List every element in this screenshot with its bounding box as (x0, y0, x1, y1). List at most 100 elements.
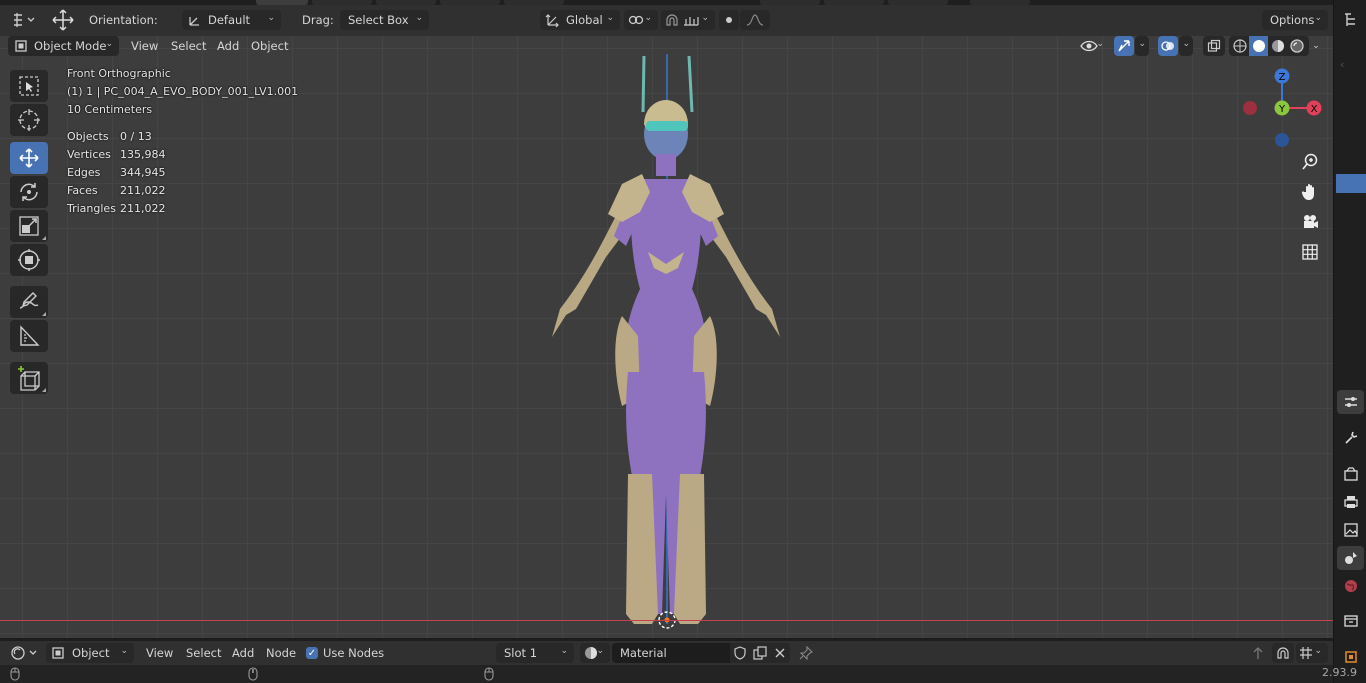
rendered-icon[interactable] (1289, 38, 1305, 57)
object-mode-icon (15, 40, 27, 52)
bottom-menu-select[interactable]: Select (186, 643, 221, 663)
tool-move[interactable] (10, 142, 48, 174)
orientation-dropdown[interactable]: Default ⌄ (182, 10, 281, 30)
slot-dropdown[interactable]: Slot 1 ⌄ (496, 643, 574, 663)
editor-type-dropdown[interactable] (8, 643, 40, 663)
scene-tab[interactable] (1337, 546, 1364, 570)
use-nodes-checkbox[interactable]: ✓ Use Nodes (306, 643, 384, 663)
tool-transform[interactable] (10, 244, 48, 276)
output-tab[interactable] (1337, 490, 1364, 514)
bottom-menu-add[interactable]: Add (232, 643, 254, 663)
printer-icon (1343, 496, 1358, 508)
collapse-arrow-icon[interactable]: ‹ (1340, 58, 1344, 71)
active-tab-indicator (1336, 174, 1366, 193)
mouse-left-icon (10, 667, 20, 681)
perspective-toggle-button[interactable] (1296, 238, 1324, 266)
duplicate-material-button[interactable] (750, 643, 770, 663)
workspace-tab[interactable] (888, 0, 948, 5)
workspace-tab[interactable] (970, 0, 1030, 5)
workspace-tab[interactable] (376, 0, 436, 5)
options-dropdown[interactable]: Options ⌄ (1262, 10, 1328, 30)
workspace-tab[interactable] (440, 0, 500, 5)
gizmo-neg-z[interactable] (1275, 133, 1289, 147)
options-label: Options (1270, 13, 1315, 27)
sliders-icon (1344, 397, 1357, 407)
visibility-dropdown[interactable]: ⌄ (1078, 36, 1110, 56)
menu-object[interactable]: Object (251, 36, 288, 56)
stat-row-faces: Faces 211,022 (67, 184, 166, 202)
outliner-icon (1344, 13, 1355, 26)
parent-node-tree-button[interactable] (1248, 643, 1268, 663)
editor-type-icon[interactable] (8, 10, 38, 30)
gizmo-toggle[interactable] (1114, 36, 1134, 56)
tool-add-cube[interactable] (10, 362, 48, 394)
gizmo-dropdown[interactable]: ⌄ (1135, 36, 1149, 56)
pivot-dropdown[interactable]: ⌄ (624, 10, 658, 30)
pin-button[interactable] (796, 643, 816, 663)
navigation-gizmo[interactable]: Z X Y (1238, 64, 1328, 154)
tool-rotate[interactable] (10, 176, 48, 208)
material-preview-icon[interactable] (1270, 38, 1286, 57)
shader-type-dropdown[interactable]: Object ⌄ (46, 643, 134, 663)
node-snap-toggle[interactable] (1272, 643, 1294, 663)
xray-icon (1207, 39, 1221, 52)
bottom-menu-view[interactable]: View (146, 643, 173, 663)
menu-select[interactable]: Select (171, 36, 206, 56)
overlay-toggle[interactable] (1158, 36, 1178, 56)
falloff-dropdown[interactable] (740, 10, 770, 30)
node-snap-element-dropdown[interactable]: ⌄ (1296, 643, 1328, 663)
tool-tab[interactable] (1337, 426, 1364, 450)
workspace-tab[interactable] (312, 0, 372, 5)
shading-options-dropdown[interactable]: ⌄ (1309, 36, 1323, 56)
stat-label: Objects (67, 130, 109, 143)
fake-user-button[interactable] (730, 643, 750, 663)
world-tab[interactable] (1337, 574, 1364, 598)
gizmo-neg-x[interactable] (1243, 101, 1257, 115)
bottom-menu-node[interactable]: Node (266, 643, 296, 663)
tool-settings-tab[interactable] (1337, 390, 1364, 414)
zoom-button[interactable] (1296, 148, 1324, 176)
view-layer-tab[interactable] (1337, 518, 1364, 542)
snap-dropdown[interactable]: ⌄ (661, 10, 715, 30)
tool-measure[interactable] (10, 320, 48, 352)
checkmark-icon: ✓ (306, 647, 318, 659)
tool-scale[interactable] (10, 210, 48, 242)
mode-dropdown[interactable]: Object Mode ⌄ (8, 36, 119, 56)
scene-icon (1344, 552, 1357, 564)
unlink-material-button[interactable] (770, 643, 790, 663)
pan-button[interactable] (1296, 178, 1324, 206)
overlay-dropdown[interactable]: ⌄ (1179, 36, 1193, 56)
box-icon (1343, 615, 1358, 627)
solid-icon[interactable] (1249, 36, 1268, 56)
tool-select-box[interactable] (10, 70, 48, 102)
workspace-tab[interactable] (504, 0, 564, 5)
outliner-toggle[interactable] (1337, 8, 1364, 32)
collection-tab[interactable] (1337, 608, 1364, 632)
xray-toggle[interactable] (1203, 36, 1225, 56)
workspace-tab[interactable] (824, 0, 884, 5)
menu-add[interactable]: Add (217, 36, 239, 56)
object-mode-icon (52, 647, 64, 659)
transform-orientation-dropdown[interactable]: Global ⌄ (540, 10, 620, 30)
shield-icon (734, 646, 746, 660)
menu-view[interactable]: View (131, 36, 158, 56)
workspace-tab[interactable] (760, 0, 820, 5)
proportional-toggle[interactable] (719, 10, 739, 30)
tool-cursor[interactable] (10, 104, 48, 136)
drag-dropdown[interactable]: Select Box ⌄ (340, 10, 429, 30)
camera-view-button[interactable] (1296, 208, 1324, 236)
chevron-down-icon: ⌄ (105, 39, 113, 49)
pivot-icon (628, 15, 644, 25)
3d-viewport[interactable]: Object Mode ⌄ View Select Add Object ⌄ ⌄… (0, 36, 1333, 638)
view-name: Front Orthographic (67, 67, 171, 80)
render-tab[interactable] (1337, 462, 1364, 486)
move-icon[interactable] (48, 9, 78, 31)
render-icon (1343, 467, 1358, 481)
workspace-tab-active[interactable] (256, 0, 308, 5)
character-model[interactable] (500, 54, 840, 638)
wireframe-icon[interactable] (1232, 38, 1248, 57)
material-name-field[interactable]: Material (612, 643, 730, 663)
material-browse-dropdown[interactable]: ⌄ (580, 643, 610, 663)
tool-annotate[interactable] (10, 286, 48, 318)
annotate-icon (19, 292, 39, 309)
